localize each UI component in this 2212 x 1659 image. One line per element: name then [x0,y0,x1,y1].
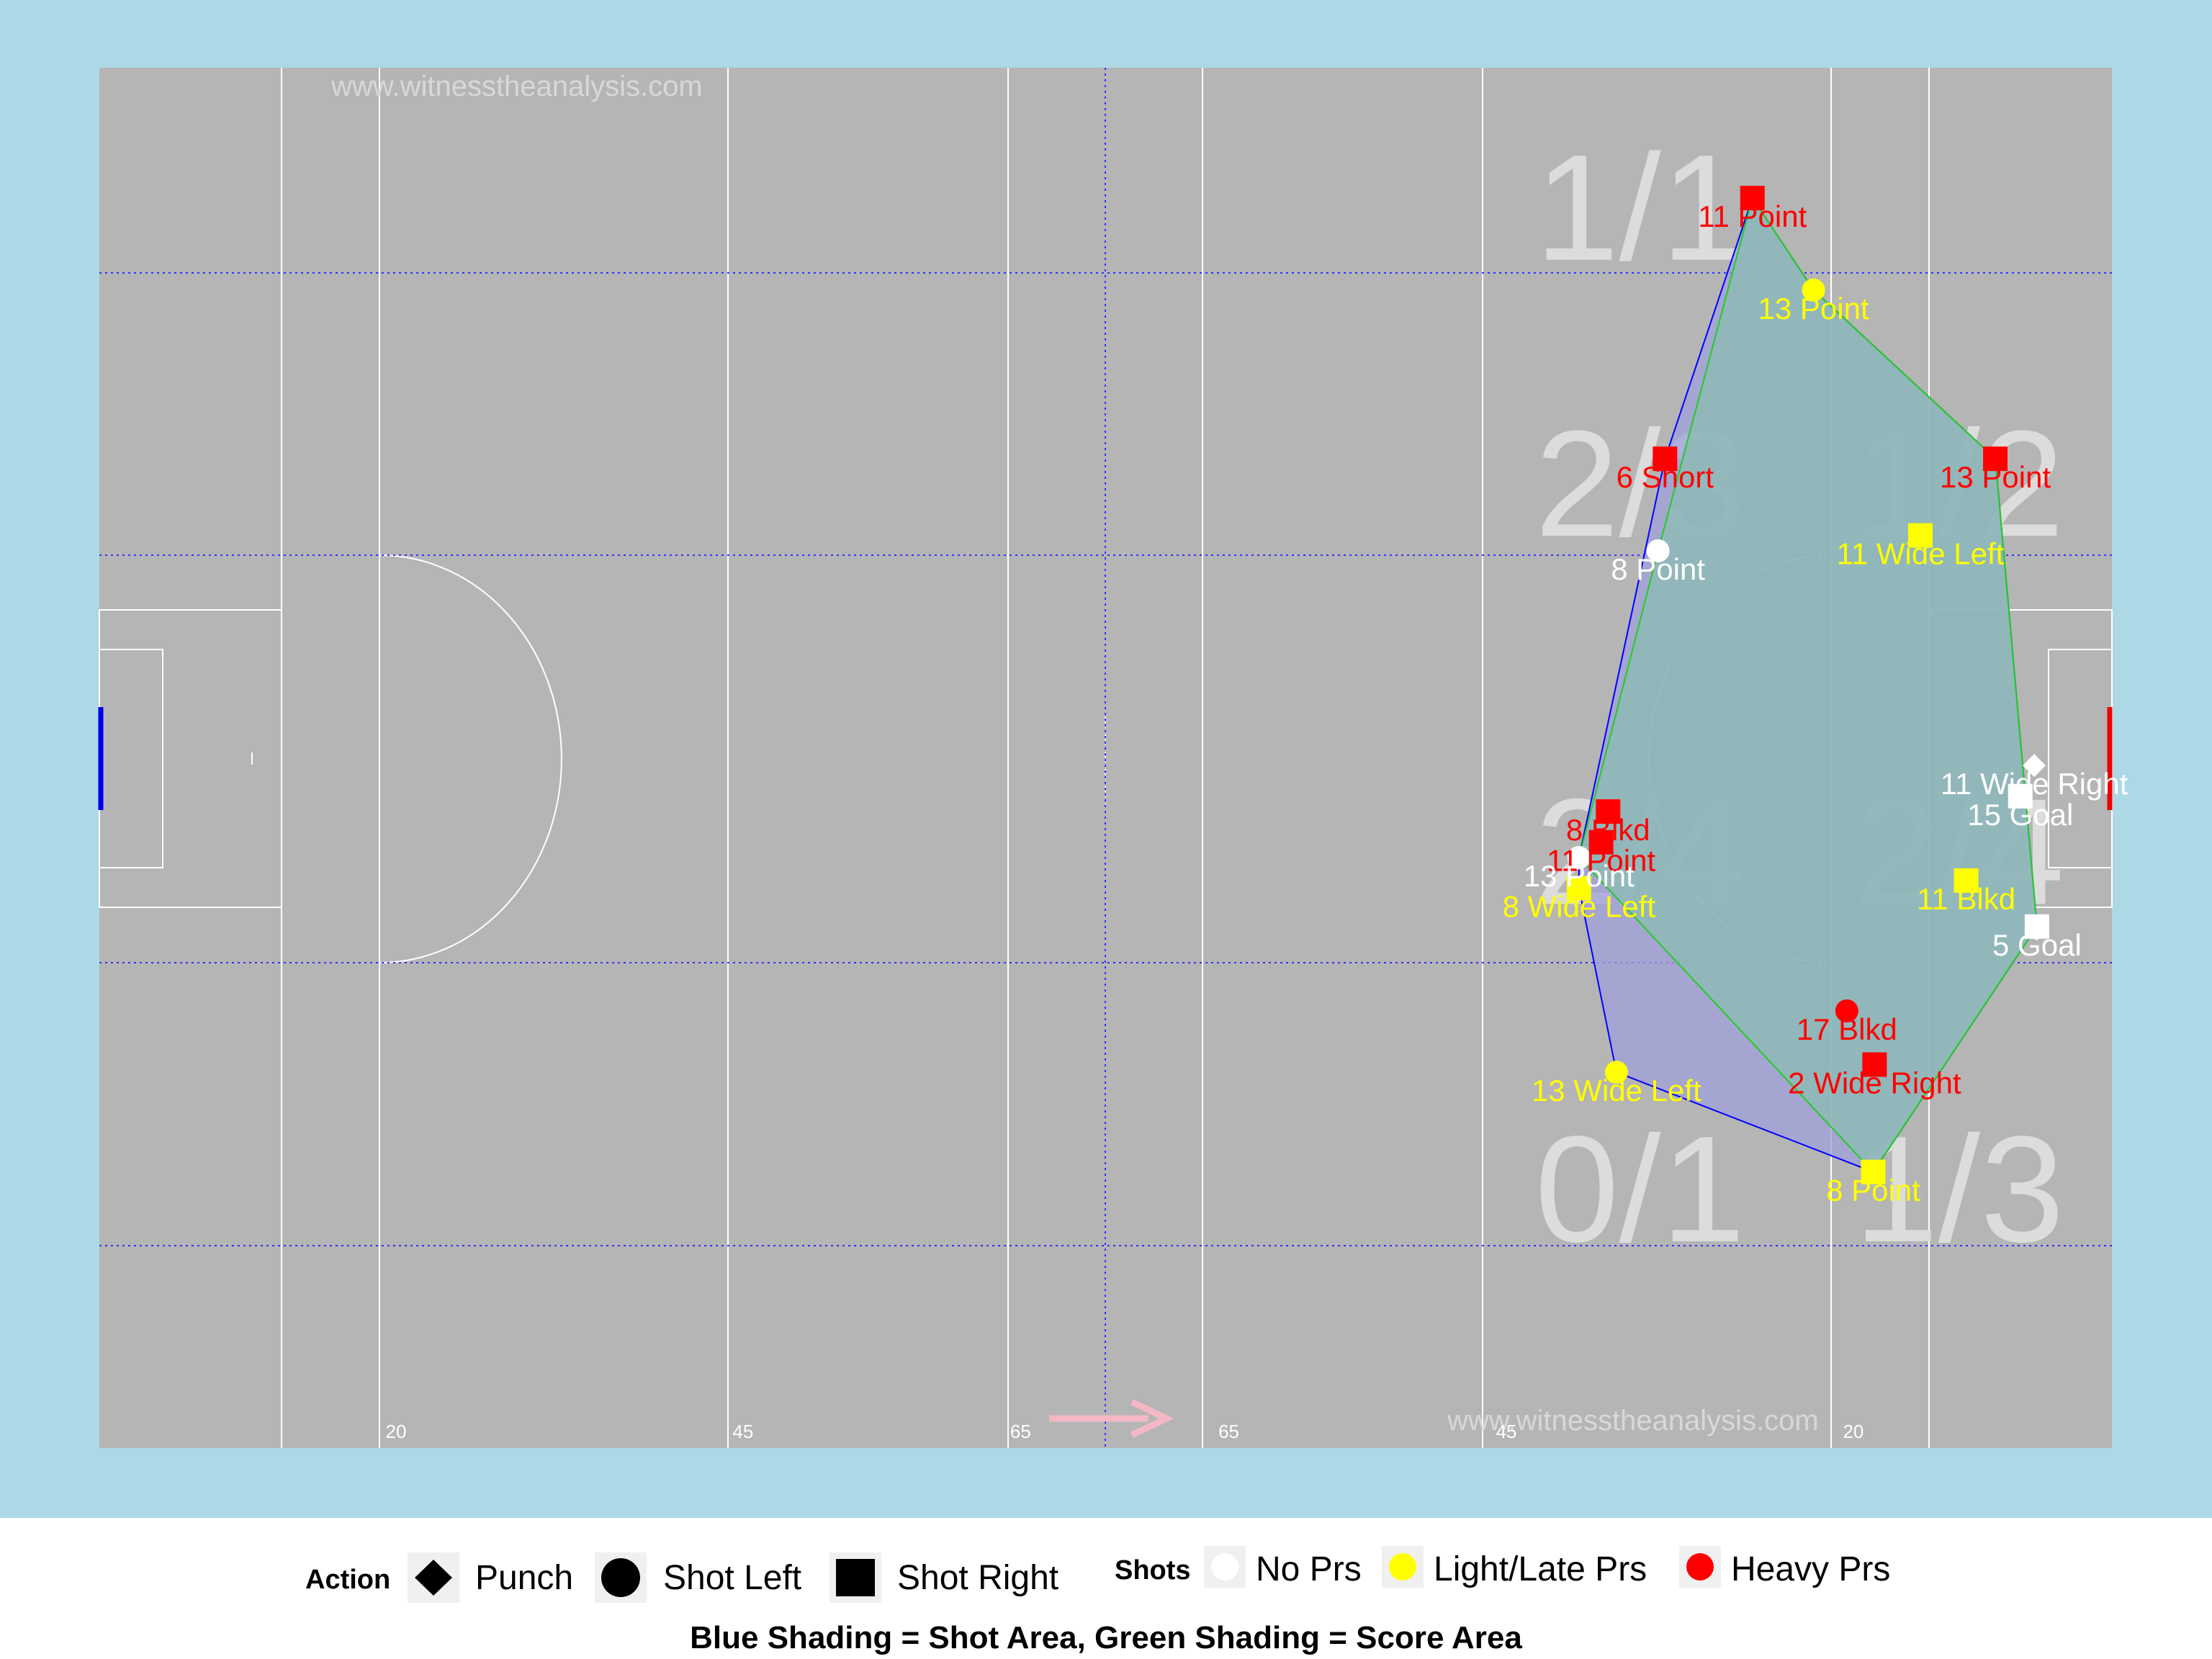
legend-shot-right-label: Shot Right [897,1559,1058,1597]
shot-label: 13 Wide Left [1532,1074,1701,1107]
watermark-top: www.witnesstheanalysis.com [331,71,703,102]
distance-label: 65 [1010,1421,1031,1442]
legend-shot-left-circle-icon [601,1558,640,1597]
shot-label: 11 Wide Left [1837,537,2005,571]
legend-action-title: Action [305,1565,390,1595]
distance-label: 45 [1496,1421,1517,1442]
legend-shots-title: Shots [1115,1555,1191,1586]
shot-label: 8 Blkd [1566,813,1650,847]
shot-label: 11 Point [1698,199,1807,233]
shot-label: 2 Wide Right [1788,1066,1961,1100]
shot-label: 11 Blkd [1917,882,2015,916]
legend-heavy-pressure-label: Heavy Prs [1731,1550,1890,1588]
shot-label: 13 Point [1758,292,1869,325]
shot-label: 5 Goal [1992,928,2082,962]
legend-punch-label: Punch [475,1559,573,1597]
legend-no-pressure-label: No Prs [1256,1550,1362,1588]
zone-score-label: 0/1 [1535,1105,1745,1274]
legend-light-pressure-dot [1389,1553,1416,1581]
distance-label: 45 [732,1421,753,1442]
shot-label: 11 Wide Right [1941,767,2128,801]
shot-label: 6 Short [1617,460,1714,494]
distance-label: 20 [386,1421,407,1442]
shot-label: 8 Wide Left [1503,890,1656,924]
shot-label: 13 Point [1940,460,2051,494]
shot-label: 15 Goal [1967,798,2073,832]
legend-light-pressure-label: Light/Late Prs [1434,1550,1647,1588]
legend-shot-left-label: Shot Left [663,1559,801,1597]
legend-shot-right-square-icon [836,1559,875,1596]
shot-label: 17 Blkd [1797,1012,1897,1046]
legend-heavy-pressure-dot [1686,1553,1714,1581]
pitch-chart-svg: www.witnesstheanalysis.com www.witnessth… [0,0,2212,1659]
legend-caption: Blue Shading = Shot Area, Green Shading … [690,1620,1522,1655]
distance-label: 20 [1843,1421,1863,1442]
chart-figure: www.witnesstheanalysis.com www.witnessth… [0,0,2212,1659]
distance-label: 65 [1218,1421,1239,1442]
shot-label: 8 Point [1611,552,1705,586]
shot-label: 13 Point [1524,859,1635,893]
legend-no-pressure-dot [1211,1553,1238,1581]
shot-label: 8 Point [1826,1174,1920,1208]
